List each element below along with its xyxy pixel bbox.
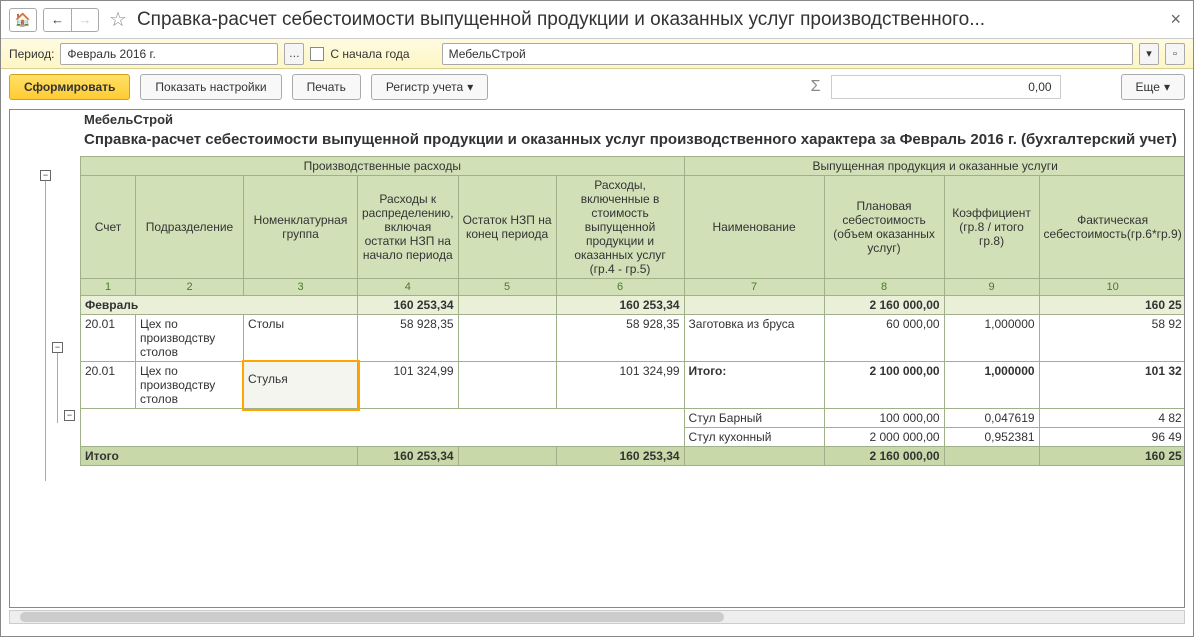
action-toolbar: Сформировать Показать настройки Печать Р…: [1, 69, 1193, 105]
selected-cell: Стулья: [244, 362, 358, 409]
col-num: 2: [136, 279, 244, 296]
col-num: 4: [358, 279, 459, 296]
report-table: Производственные расходы Выпущенная прод…: [80, 156, 1185, 466]
tree-collapse-icon[interactable]: −: [52, 342, 63, 353]
col-num: 10: [1039, 279, 1185, 296]
col-header: Расходы, включенные в стоимость выпущенн…: [556, 176, 684, 279]
tree-collapse-icon[interactable]: −: [40, 170, 51, 181]
report-area[interactable]: − − − МебельСтрой Справка-расчет себесто…: [9, 109, 1185, 608]
col-header: Фактическая себестоимость(гр.6*гр.9): [1039, 176, 1185, 279]
period-field[interactable]: Февраль 2016 г.: [60, 43, 278, 65]
app-window: 🏠 ← → ☆ Справка-расчет себестоимости вып…: [0, 0, 1194, 637]
col-num: 7: [684, 279, 824, 296]
register-button[interactable]: Регистр учета▾: [371, 74, 488, 100]
col-num: 1: [81, 279, 136, 296]
period-value: Февраль 2016 г.: [67, 47, 155, 61]
period-toolbar: Период: Февраль 2016 г. … С начала года …: [1, 39, 1193, 69]
col-num: 6: [556, 279, 684, 296]
close-icon[interactable]: ×: [1166, 9, 1185, 30]
col-num: 8: [824, 279, 944, 296]
col-num: 5: [458, 279, 556, 296]
col-num: 3: [244, 279, 358, 296]
from-start-checkbox[interactable]: [310, 47, 324, 61]
tree-collapse-icon[interactable]: −: [64, 410, 75, 421]
sum-field[interactable]: 0,00: [831, 75, 1061, 99]
total-row[interactable]: Итого 160 253,34 160 253,34 2 160 000,00…: [81, 447, 1186, 466]
period-picker-button[interactable]: …: [284, 43, 304, 65]
window-title: Справка-расчет себестоимости выпущенной …: [137, 9, 1161, 31]
org-open-button[interactable]: ▫: [1165, 43, 1185, 65]
titlebar: 🏠 ← → ☆ Справка-расчет себестоимости вып…: [1, 1, 1193, 39]
org-dropdown-button[interactable]: ▾: [1139, 43, 1159, 65]
table-row[interactable]: 20.01 Цех по производству столов Столы 5…: [81, 315, 1186, 362]
favorite-icon[interactable]: ☆: [109, 7, 127, 32]
col-header: Номенклатурная группа: [244, 176, 358, 279]
scrollbar-thumb[interactable]: [20, 612, 724, 622]
col-header: Остаток НЗП на конец периода: [458, 176, 556, 279]
forward-button[interactable]: →: [71, 8, 99, 32]
month-row[interactable]: Февраль 160 253,34 160 253,34 2 160 000,…: [81, 296, 1186, 315]
show-settings-button[interactable]: Показать настройки: [140, 74, 281, 100]
sum-icon: Σ: [811, 78, 821, 96]
horizontal-scrollbar[interactable]: [9, 610, 1185, 624]
table-row[interactable]: Стул Барный 100 000,00 0,047619 4 82: [81, 409, 1186, 428]
col-group-output: Выпущенная продукция и оказанные услуги: [684, 157, 1185, 176]
col-header: Счет: [81, 176, 136, 279]
col-num: 9: [944, 279, 1039, 296]
more-button[interactable]: Еще▾: [1121, 74, 1185, 100]
col-header: Расходы к распределению, включая остатки…: [358, 176, 459, 279]
table-row[interactable]: 20.01 Цех по производству столов Стулья …: [81, 362, 1186, 409]
from-start-label: С начала года: [330, 47, 409, 61]
report-org: МебельСтрой: [80, 110, 1185, 129]
org-field[interactable]: МебельСтрой: [442, 43, 1133, 65]
print-button[interactable]: Печать: [292, 74, 361, 100]
report-title: Справка-расчет себестоимости выпущенной …: [80, 129, 1185, 150]
col-header: Плановая себестоимость (объем оказанных …: [824, 176, 944, 279]
period-label: Период:: [9, 47, 54, 61]
generate-button[interactable]: Сформировать: [9, 74, 130, 100]
col-header: Коэффициент (гр.8 / итого гр.8): [944, 176, 1039, 279]
org-value: МебельСтрой: [449, 47, 526, 61]
col-header: Подразделение: [136, 176, 244, 279]
table-row[interactable]: Стул кухонный 2 000 000,00 0,952381 96 4…: [81, 428, 1186, 447]
col-group-expenses: Производственные расходы: [81, 157, 685, 176]
home-button[interactable]: 🏠: [9, 8, 37, 32]
back-button[interactable]: ←: [43, 8, 71, 32]
col-header: Наименование: [684, 176, 824, 279]
